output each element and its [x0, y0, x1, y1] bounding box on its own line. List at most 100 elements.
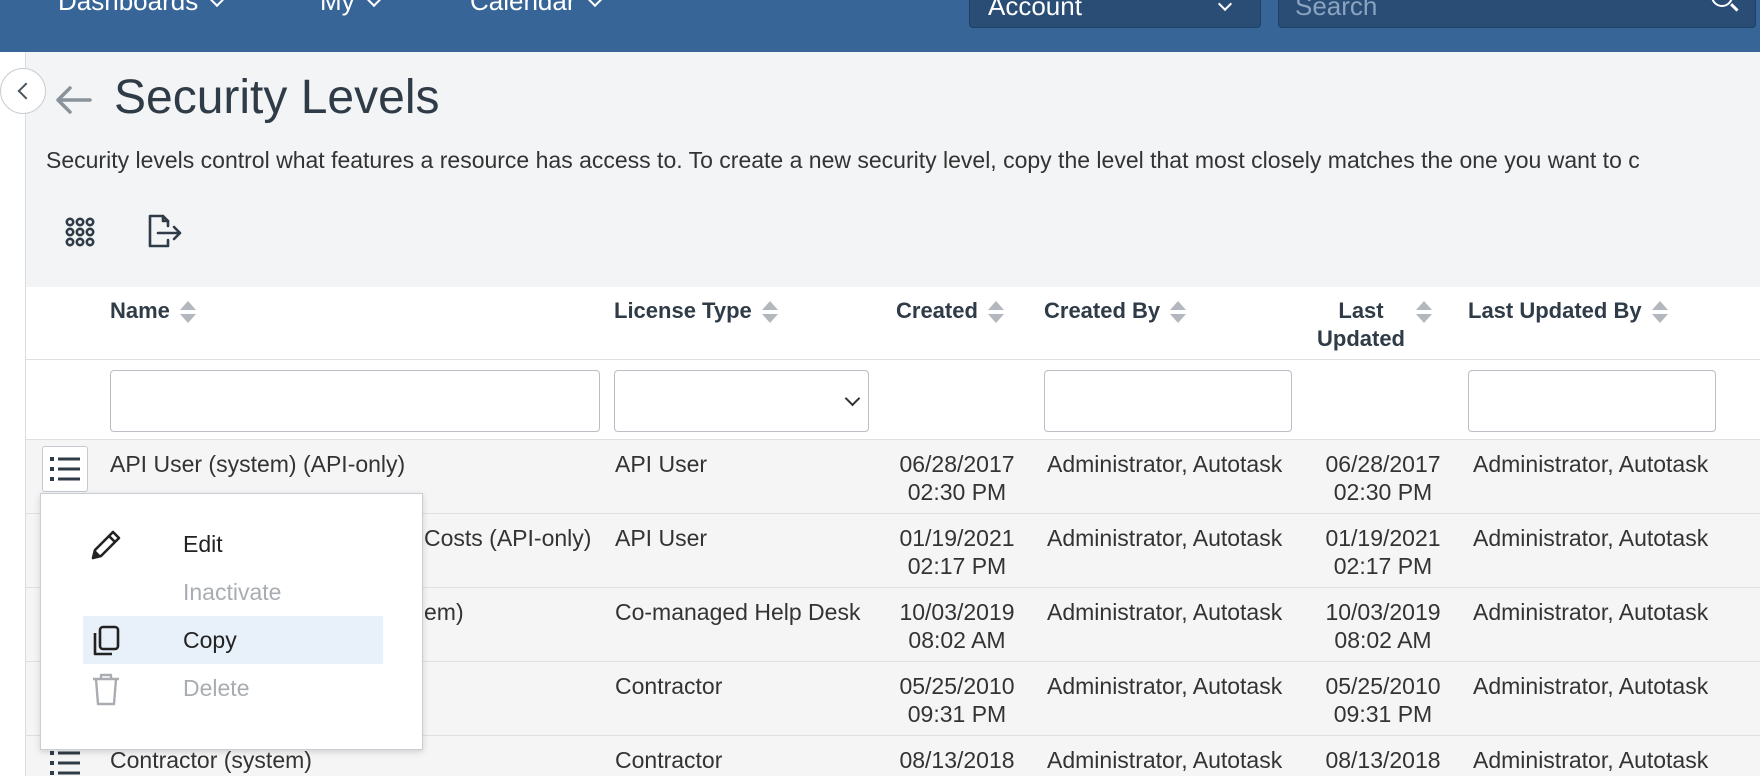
page-description: Security levels control what features a …	[46, 147, 1640, 173]
cell-license: Co-managed Help Desk	[615, 599, 861, 625]
nav-my-label: My	[320, 0, 355, 16]
cell-license: Contractor	[615, 747, 723, 773]
account-select-value: Account	[988, 0, 1082, 21]
name-filter-input[interactable]	[110, 370, 600, 432]
filter-row	[26, 360, 1760, 440]
sort-icon[interactable]	[1170, 301, 1187, 323]
account-select[interactable]: Account	[969, 0, 1261, 28]
cell-created-by: Administrator, Autotask	[1047, 525, 1283, 551]
license-type-filter-select[interactable]	[614, 370, 869, 432]
row-menu-button[interactable]	[42, 446, 88, 492]
column-header-name[interactable]: Name	[110, 297, 196, 325]
created-time: 08:02 AM	[908, 627, 1006, 653]
column-header-last-updated[interactable]: Last Updated	[1316, 297, 1432, 353]
column-header-created-by[interactable]: Created By	[1044, 297, 1187, 325]
chevron-down-icon	[1217, 0, 1233, 12]
copy-icon	[93, 625, 120, 656]
updated-date: 10/03/2019	[1325, 599, 1441, 625]
cell-last-updated: 05/25/2010 09:31 PM	[1320, 672, 1446, 728]
column-label: Name	[110, 298, 170, 323]
cell-last-updated: 01/19/2021 02:17 PM	[1320, 524, 1446, 580]
sort-icon[interactable]	[1651, 301, 1668, 323]
nav-calendar-label: Calendar	[470, 0, 576, 16]
nav-my[interactable]: My	[320, 0, 381, 17]
table-header: Name License Type Created Created By Las…	[26, 287, 1760, 360]
chevron-down-icon	[366, 0, 381, 7]
updated-time: 08:02 AM	[1334, 627, 1432, 653]
updated-time: 02:17 PM	[1333, 553, 1433, 579]
created-date: 08/13/2018	[899, 747, 1015, 773]
sort-icon[interactable]	[761, 301, 778, 323]
column-label: Created	[896, 298, 978, 323]
menu-item-label: Edit	[183, 530, 223, 557]
updated-time: 09:31 PM	[1333, 701, 1433, 727]
cell-last-updated-by: Administrator, Autotask	[1473, 451, 1709, 477]
cell-license: API User	[615, 525, 708, 551]
cell-name[interactable]: API User (system) (API-only)	[110, 450, 405, 478]
back-arrow-icon[interactable]	[54, 86, 92, 114]
sort-icon[interactable]	[987, 301, 1004, 323]
created-time: 02:30 PM	[907, 479, 1007, 505]
column-label: License Type	[614, 298, 752, 323]
sort-icon[interactable]	[1416, 301, 1432, 323]
menu-item-label: Delete	[183, 674, 250, 701]
cell-name[interactable]: em)	[424, 598, 464, 626]
list-menu-icon	[50, 751, 80, 775]
column-header-license-type[interactable]: License Type	[614, 297, 778, 325]
cell-created: 08/13/2018	[894, 746, 1020, 774]
chevron-left-icon	[17, 82, 35, 100]
cell-last-updated-by: Administrator, Autotask	[1473, 599, 1709, 625]
page-title: Security Levels	[114, 71, 440, 124]
column-label: Created By	[1044, 298, 1161, 323]
chevron-down-icon	[587, 0, 602, 7]
trash-icon	[93, 673, 119, 706]
pencil-icon	[91, 530, 121, 560]
nav-dashboards-label: Dashboards	[58, 0, 199, 16]
search-icon[interactable]	[1711, 0, 1733, 7]
created-date: 05/25/2010	[899, 673, 1015, 699]
column-header-created[interactable]: Created	[896, 297, 1004, 325]
nav-calendar[interactable]: Calendar	[470, 0, 602, 17]
menu-item-label: Copy	[183, 626, 237, 653]
updated-date: 05/25/2010	[1325, 673, 1441, 699]
updated-date: 06/28/2017	[1325, 451, 1441, 477]
left-sidebar-strip	[0, 52, 26, 776]
created-date: 10/03/2019	[899, 599, 1015, 625]
column-header-last-updated-by[interactable]: Last Updated By	[1468, 297, 1668, 325]
cell-license: Contractor	[615, 673, 723, 699]
cell-name[interactable]: Contractor (system)	[110, 746, 312, 774]
cell-last-updated-by: Administrator, Autotask	[1473, 525, 1709, 551]
menu-item-label: Inactivate	[183, 578, 282, 605]
menu-item-edit[interactable]: Edit	[83, 520, 383, 568]
column-chooser-icon[interactable]	[60, 212, 100, 252]
export-icon[interactable]	[144, 212, 184, 252]
top-nav-bar: Dashboards My Calendar Account Search	[0, 0, 1760, 52]
chevron-down-icon	[844, 390, 861, 407]
created-date: 01/19/2021	[899, 525, 1015, 551]
cell-last-updated: 10/03/2019 08:02 AM	[1320, 598, 1446, 654]
cell-created: 06/28/2017 02:30 PM	[894, 450, 1020, 506]
cell-created-by: Administrator, Autotask	[1047, 599, 1283, 625]
created-by-filter-input[interactable]	[1044, 370, 1292, 432]
chevron-down-icon	[210, 0, 225, 7]
updated-date: 08/13/2018	[1325, 747, 1441, 773]
cell-last-updated-by: Administrator, Autotask	[1473, 673, 1709, 699]
sidebar-toggle-button[interactable]	[0, 68, 46, 114]
menu-item-copy[interactable]: Copy	[83, 616, 383, 664]
cell-last-updated-by: Administrator, Autotask	[1473, 747, 1709, 773]
cell-created-by: Administrator, Autotask	[1047, 451, 1283, 477]
created-time: 09:31 PM	[907, 701, 1007, 727]
cell-created: 01/19/2021 02:17 PM	[894, 524, 1020, 580]
menu-item-inactivate[interactable]: Inactivate	[83, 568, 383, 616]
created-time: 02:17 PM	[907, 553, 1007, 579]
cell-license: API User	[615, 451, 708, 477]
nav-dashboards[interactable]: Dashboards	[58, 0, 225, 17]
sort-icon[interactable]	[179, 301, 196, 323]
search-input[interactable]: Search	[1278, 0, 1756, 28]
list-menu-icon	[50, 457, 80, 481]
updated-time: 02:30 PM	[1333, 479, 1433, 505]
cell-name[interactable]: Costs (API-only)	[424, 524, 591, 552]
menu-item-delete[interactable]: Delete	[83, 664, 383, 712]
cell-created: 10/03/2019 08:02 AM	[894, 598, 1020, 654]
last-updated-by-filter-input[interactable]	[1468, 370, 1716, 432]
